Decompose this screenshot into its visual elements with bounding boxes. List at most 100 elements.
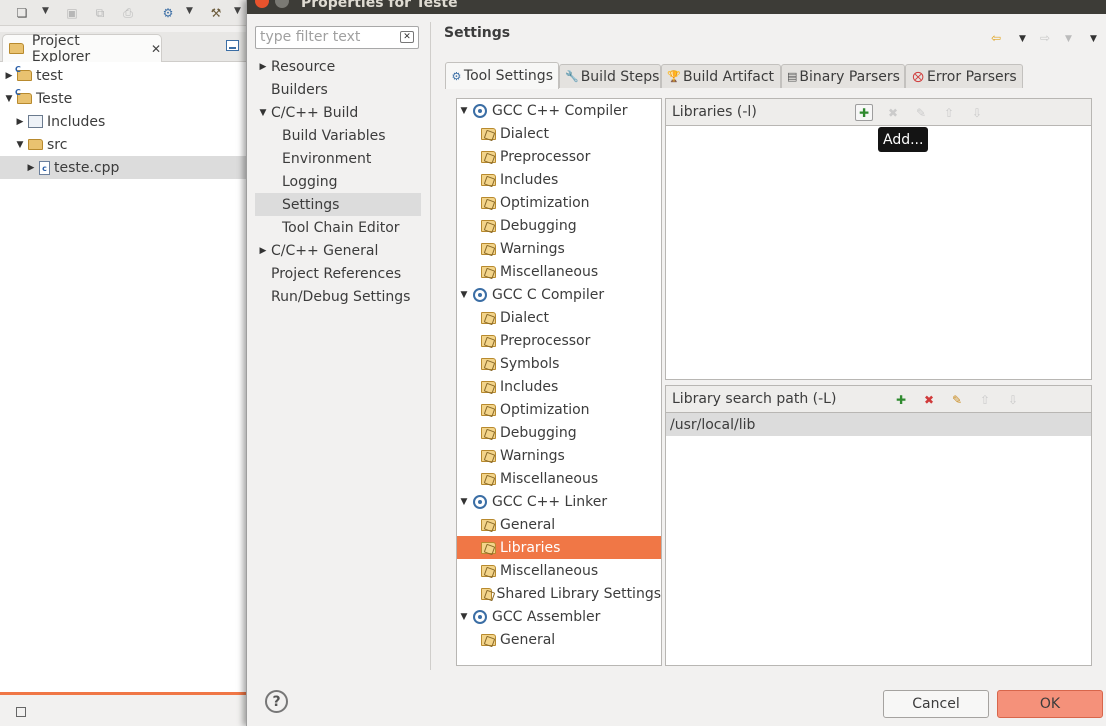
nav-item-cpp-general[interactable]: ▶ C/C++ General [255, 239, 421, 262]
tool-option[interactable]: Shared Library Settings [457, 582, 661, 605]
tool-option-libraries[interactable]: Libraries [457, 536, 661, 559]
collapse-arrow-icon[interactable]: ▼ [457, 497, 471, 507]
move-up-icon[interactable]: ⇧ [940, 104, 958, 121]
tab-build-artifact[interactable]: 🏆 Build Artifact [661, 64, 781, 88]
save-icon[interactable]: ▣ [62, 3, 82, 23]
nav-item-project-references[interactable]: Project References [255, 262, 421, 285]
nav-item-tool-chain-editor[interactable]: Tool Chain Editor [255, 216, 421, 239]
delete-icon[interactable]: ✖ [920, 391, 938, 408]
delete-icon[interactable]: ✖ [884, 104, 902, 121]
collapse-arrow-icon[interactable]: ▼ [457, 106, 471, 116]
nav-item-build-variables[interactable]: Build Variables [255, 124, 421, 147]
tool-option[interactable]: Debugging [457, 421, 661, 444]
collapse-arrow-icon[interactable]: ▼ [457, 612, 471, 622]
tab-tool-settings[interactable]: ⚙ Tool Settings [445, 62, 559, 89]
tool-option[interactable]: Debugging [457, 214, 661, 237]
print-icon[interactable]: ⎙ [118, 3, 138, 23]
window-minimize-icon[interactable] [275, 0, 289, 8]
move-up-icon[interactable]: ⇧ [976, 391, 994, 408]
nav-item-builders[interactable]: Builders [255, 78, 421, 101]
collapse-arrow-icon[interactable]: ▼ [3, 94, 15, 104]
tool-option[interactable]: Warnings [457, 237, 661, 260]
library-search-path-panel[interactable]: Library search path (-L) ✚ ✖ ✎ ⇧ ⇩ /usr/… [665, 385, 1092, 666]
nav-item-environment[interactable]: Environment [255, 147, 421, 170]
build-hammer-icon[interactable]: ⚒ [206, 3, 226, 23]
gear-icon [473, 494, 487, 509]
edit-icon[interactable]: ✎ [912, 104, 930, 121]
project-explorer-tab[interactable]: Project Explorer ✕ [2, 33, 162, 65]
nav-item-run-debug-settings[interactable]: Run/Debug Settings [255, 285, 421, 308]
tool-option[interactable]: Preprocessor [457, 145, 661, 168]
tool-option[interactable]: Warnings [457, 444, 661, 467]
back-dropdown-icon[interactable]: ▼ [1019, 34, 1026, 44]
project-explorer-tree[interactable]: ▶ test ▼ Teste ▶ Includes ▼ src ▶ c test… [0, 62, 250, 692]
expand-arrow-icon[interactable]: ▶ [25, 163, 37, 173]
ok-button[interactable]: OK [997, 690, 1103, 718]
build-config-icon[interactable]: ⚙ [158, 3, 178, 23]
collapse-arrow-icon[interactable]: ▼ [14, 140, 26, 150]
tool-option[interactable]: Miscellaneous [457, 260, 661, 283]
clear-filter-icon[interactable]: ✕ [400, 31, 414, 43]
back-arrow-icon[interactable]: ⇦ [991, 31, 1001, 45]
move-down-icon[interactable]: ⇩ [968, 104, 986, 121]
forward-arrow-icon[interactable]: ⇨ [1040, 31, 1050, 45]
forward-dropdown-icon[interactable]: ▼ [1065, 34, 1072, 44]
minimize-icon[interactable] [226, 40, 239, 51]
sash[interactable] [430, 22, 431, 670]
tool-option[interactable]: Includes [457, 168, 661, 191]
move-down-icon[interactable]: ⇩ [1004, 391, 1022, 408]
tool-settings-tree[interactable]: ▼ GCC C++ Compiler Dialect Preprocessor I… [456, 98, 662, 666]
nav-item-settings[interactable]: Settings [255, 193, 421, 216]
expand-arrow-icon[interactable]: ▶ [3, 71, 15, 81]
add-icon[interactable]: ✚ [892, 391, 910, 408]
tool-gcc-c-compiler[interactable]: ▼ GCC C Compiler [457, 283, 661, 306]
window-close-icon[interactable] [255, 0, 269, 8]
collapse-arrow-icon[interactable]: ▼ [457, 290, 471, 300]
tree-item-teste-cpp[interactable]: ▶ c teste.cpp [0, 156, 250, 179]
new-icon[interactable]: ❏ [12, 3, 32, 23]
new-dropdown-icon[interactable]: ▼ [42, 6, 49, 16]
save-all-icon[interactable]: ⧉ [90, 3, 110, 23]
tool-option[interactable]: Dialect [457, 306, 661, 329]
tool-gcc-cpp-compiler[interactable]: ▼ GCC C++ Compiler [457, 99, 661, 122]
build-dropdown-icon[interactable]: ▼ [234, 6, 241, 16]
tab-binary-parsers[interactable]: ▤ Binary Parsers [781, 64, 905, 88]
tab-build-steps[interactable]: 🔧 Build Steps [559, 64, 661, 88]
expand-arrow-icon[interactable]: ▶ [255, 246, 271, 256]
nav-item-resource[interactable]: ▶ Resource [255, 55, 421, 78]
tree-item-teste[interactable]: ▼ Teste [0, 87, 250, 110]
tool-option[interactable]: Symbols [457, 352, 661, 375]
tree-item-test[interactable]: ▶ test [0, 64, 250, 87]
view-menu-icon[interactable]: ▼ [1090, 34, 1097, 44]
tool-option[interactable]: Includes [457, 375, 661, 398]
tool-option[interactable]: Optimization [457, 398, 661, 421]
help-button[interactable]: ? [265, 690, 288, 713]
tree-item-src[interactable]: ▼ src [0, 133, 250, 156]
edit-icon[interactable]: ✎ [948, 391, 966, 408]
tool-option[interactable]: Miscellaneous [457, 559, 661, 582]
close-icon[interactable]: ✕ [151, 42, 161, 56]
tool-option[interactable]: Miscellaneous [457, 467, 661, 490]
tree-item-includes[interactable]: ▶ Includes [0, 110, 250, 133]
expand-arrow-icon[interactable]: ▶ [14, 117, 26, 127]
tool-option[interactable]: Optimization [457, 191, 661, 214]
tool-gcc-assembler[interactable]: ▼ GCC Assembler [457, 605, 661, 628]
filter-input[interactable]: type filter text ✕ [255, 26, 419, 49]
nav-item-logging[interactable]: Logging [255, 170, 421, 193]
list-item[interactable]: /usr/local/lib [666, 413, 1091, 436]
tool-gcc-cpp-linker[interactable]: ▼ GCC C++ Linker [457, 490, 661, 513]
tool-option[interactable]: General [457, 513, 661, 536]
nav-item-cpp-build[interactable]: ▼ C/C++ Build [255, 101, 421, 124]
option-icon [481, 587, 493, 600]
tool-option[interactable]: Preprocessor [457, 329, 661, 352]
cancel-button[interactable]: Cancel [883, 690, 989, 718]
tool-option[interactable]: General [457, 628, 661, 651]
add-icon[interactable]: ✚ [855, 104, 873, 121]
fast-view-icon[interactable] [16, 707, 26, 717]
option-icon [481, 219, 496, 232]
expand-arrow-icon[interactable]: ▶ [255, 62, 271, 72]
collapse-arrow-icon[interactable]: ▼ [255, 108, 271, 118]
build-config-dropdown-icon[interactable]: ▼ [186, 6, 193, 16]
tab-error-parsers[interactable]: ⨂ Error Parsers [905, 64, 1023, 88]
tool-option[interactable]: Dialect [457, 122, 661, 145]
